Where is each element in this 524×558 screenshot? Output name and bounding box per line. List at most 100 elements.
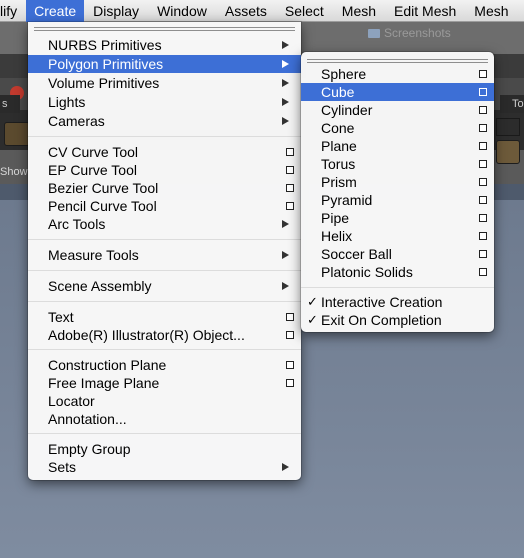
menu-item-cylinder[interactable]: Cylinder — [301, 101, 494, 119]
menu-item-prism[interactable]: Prism — [301, 173, 494, 191]
option-box-icon[interactable] — [479, 106, 487, 114]
option-box-icon[interactable] — [479, 178, 487, 186]
menu-item-cv-curve-tool[interactable]: CV Curve Tool — [28, 143, 301, 161]
menu-item-label: EP Curve Tool — [48, 162, 137, 178]
option-box-icon[interactable] — [479, 160, 487, 168]
menu-item-soccer-ball[interactable]: Soccer Ball — [301, 245, 494, 263]
menu-item-ep-curve-tool[interactable]: EP Curve Tool — [28, 161, 301, 179]
menu-item-label: Soccer Ball — [321, 246, 392, 262]
menu-item-label: Torus — [321, 156, 356, 172]
option-box-icon[interactable] — [479, 124, 487, 132]
option-box-icon[interactable] — [479, 232, 487, 240]
shelf-tool-icon[interactable] — [4, 122, 30, 146]
menu-separator — [28, 270, 301, 271]
option-box-icon[interactable] — [479, 214, 487, 222]
menu-item-cameras[interactable]: Cameras — [28, 112, 301, 130]
shelf-tool-icon-2[interactable] — [496, 118, 520, 136]
menu-item-label: Free Image Plane — [48, 375, 160, 391]
shelf-tab-left[interactable]: s — [0, 95, 20, 113]
menu-assets[interactable]: Assets — [216, 0, 276, 22]
menu-item-cube[interactable]: Cube — [301, 83, 494, 101]
menu-item-lights[interactable]: Lights — [28, 93, 301, 111]
menu-item-free-image-plane[interactable]: Free Image Plane — [28, 374, 301, 392]
menu-item-pipe[interactable]: Pipe — [301, 209, 494, 227]
menu-modify[interactable]: lify — [0, 0, 26, 22]
menu-item-interactive-creation[interactable]: ✓ Interactive Creation — [301, 293, 494, 311]
menu-item-measure-tools[interactable]: Measure Tools — [28, 246, 301, 264]
checkmark-icon: ✓ — [307, 294, 318, 309]
submenu-arrow-icon — [282, 117, 289, 125]
menu-item-polygon-primitives[interactable]: Polygon Primitives — [28, 55, 301, 73]
option-box-icon[interactable] — [286, 313, 294, 321]
menu-item-platonic-solids[interactable]: Platonic Solids — [301, 263, 494, 281]
option-box-icon[interactable] — [286, 361, 294, 369]
menu-item-label: Cone — [321, 120, 355, 136]
menu-item-sphere[interactable]: Sphere — [301, 65, 494, 83]
show-menu[interactable]: Show — [0, 166, 28, 178]
menu-item-label: NURBS Primitives — [48, 37, 162, 53]
option-box-icon[interactable] — [286, 148, 294, 156]
menu-display[interactable]: Display — [84, 0, 148, 22]
menu-select[interactable]: Select — [276, 0, 333, 22]
option-box-icon[interactable] — [286, 379, 294, 387]
menu-separator — [28, 301, 301, 302]
menu-item-label: Adobe(R) Illustrator(R) Object... — [48, 327, 245, 343]
menu-item-pyramid[interactable]: Pyramid — [301, 191, 494, 209]
tear-off-handle[interactable] — [34, 27, 295, 31]
menu-item-locator[interactable]: Locator — [28, 392, 301, 410]
option-box-icon[interactable] — [479, 250, 487, 258]
menu-item-helix[interactable]: Helix — [301, 227, 494, 245]
menu-mesh[interactable]: Mesh — [333, 0, 385, 22]
option-box-icon[interactable] — [286, 166, 294, 174]
menu-item-scene-assembly[interactable]: Scene Assembly — [28, 277, 301, 295]
menu-item-empty-group[interactable]: Empty Group — [28, 440, 301, 458]
menu-item-arc-tools[interactable]: Arc Tools — [28, 215, 301, 233]
menu-mesh-tools[interactable]: Mesh — [465, 0, 517, 22]
menu-item-bezier-curve-tool[interactable]: Bezier Curve Tool — [28, 179, 301, 197]
option-box-icon[interactable] — [479, 142, 487, 150]
menu-item-label: Annotation... — [48, 411, 127, 427]
shelf-tab-right[interactable]: To — [500, 95, 524, 113]
tear-off-handle[interactable] — [307, 59, 488, 63]
menu-item-construction-plane[interactable]: Construction Plane — [28, 356, 301, 374]
folder-icon — [368, 29, 380, 39]
menu-item-adobe-illustrator-object[interactable]: Adobe(R) Illustrator(R) Object... — [28, 326, 301, 344]
menu-item-label: Text — [48, 309, 74, 325]
shelf-tool-icon-3[interactable] — [496, 140, 520, 164]
option-box-icon[interactable] — [479, 196, 487, 204]
option-box-icon[interactable] — [286, 184, 294, 192]
menu-window[interactable]: Window — [148, 0, 216, 22]
menu-item-torus[interactable]: Torus — [301, 155, 494, 173]
menu-item-sets[interactable]: Sets — [28, 458, 301, 476]
menu-item-label: Prism — [321, 174, 357, 190]
option-box-icon[interactable] — [479, 70, 487, 78]
menu-item-volume-primitives[interactable]: Volume Primitives — [28, 74, 301, 92]
menu-item-nurbs-primitives[interactable]: NURBS Primitives — [28, 36, 301, 54]
menu-create[interactable]: Create — [26, 0, 85, 22]
option-box-icon[interactable] — [286, 202, 294, 210]
menu-item-label: Volume Primitives — [48, 75, 160, 91]
menu-item-exit-on-completion[interactable]: ✓ Exit On Completion — [301, 311, 494, 329]
menu-item-pencil-curve-tool[interactable]: Pencil Curve Tool — [28, 197, 301, 215]
menu-item-text[interactable]: Text — [28, 308, 301, 326]
folder-label: Screenshots — [384, 26, 451, 40]
menu-item-label: Pencil Curve Tool — [48, 198, 157, 214]
menu-item-cone[interactable]: Cone — [301, 119, 494, 137]
menu-item-annotation[interactable]: Annotation... — [28, 410, 301, 428]
menu-item-label: Pipe — [321, 210, 350, 226]
menu-item-label: Empty Group — [48, 441, 131, 457]
menu-edit-mesh[interactable]: Edit Mesh — [385, 0, 465, 22]
submenu-arrow-icon — [282, 463, 289, 471]
option-box-icon[interactable] — [479, 88, 487, 96]
menu-item-label: Cameras — [48, 113, 105, 129]
checkmark-icon: ✓ — [307, 312, 318, 327]
submenu-arrow-icon — [282, 60, 289, 68]
submenu-arrow-icon — [282, 98, 289, 106]
menu-item-label: Bezier Curve Tool — [48, 180, 159, 196]
submenu-arrow-icon — [282, 79, 289, 87]
option-box-icon[interactable] — [286, 331, 294, 339]
menu-item-plane[interactable]: Plane — [301, 137, 494, 155]
option-box-icon[interactable] — [479, 268, 487, 276]
submenu-arrow-icon — [282, 220, 289, 228]
polygon-primitives-submenu: Sphere Cube Cylinder Cone Plane Torus Pr… — [301, 52, 494, 332]
